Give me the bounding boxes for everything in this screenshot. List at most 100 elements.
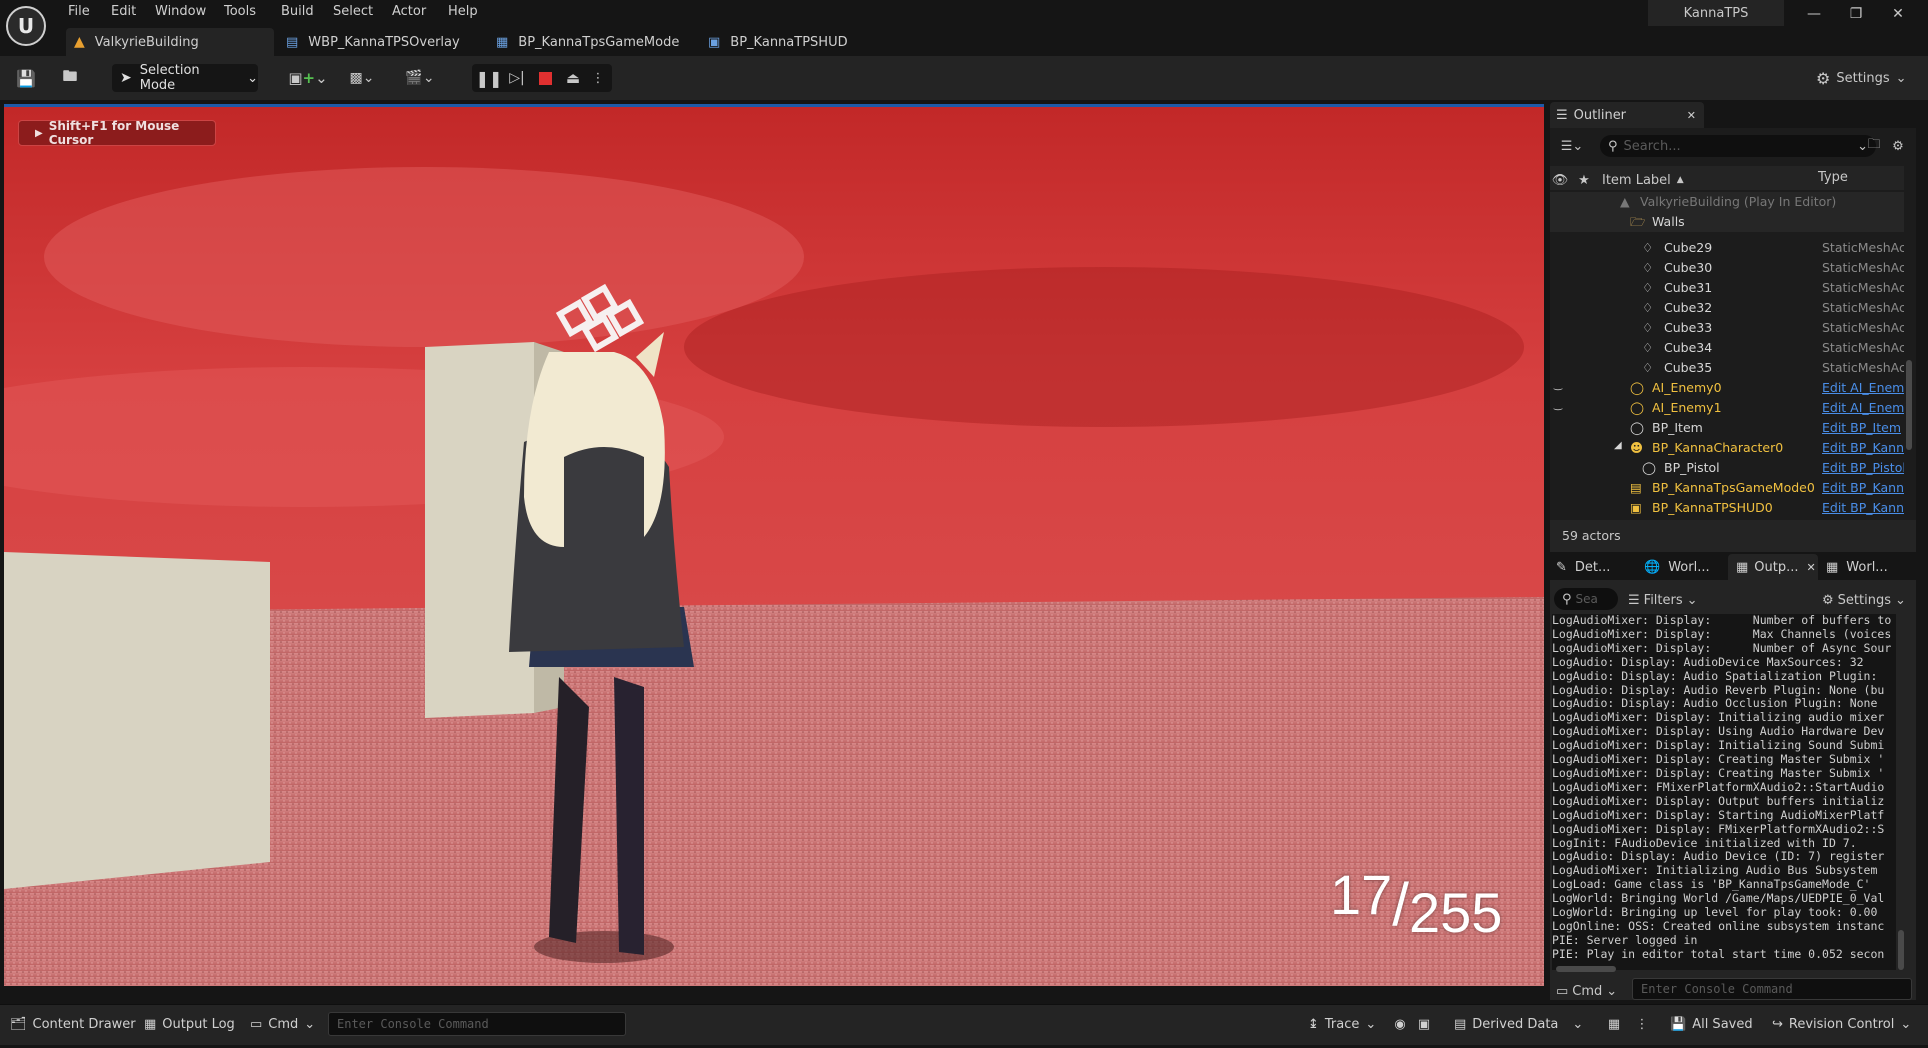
visibility-eye-icon[interactable]: ‿: [1554, 400, 1562, 411]
tab-valkyrie-building[interactable]: ▲ ValkyrieBuilding: [66, 28, 274, 56]
outliner-icon: ☰: [1556, 107, 1568, 123]
console-command-input[interactable]: Enter Console Command: [328, 1012, 626, 1036]
log-line: PIE: Server logged in: [1552, 932, 1698, 947]
output-log-search[interactable]: ⚲ Sea: [1554, 588, 1618, 610]
tree-row[interactable]: ‿ ◯ AI_Enemy0 Edit AI_Enemy: [1550, 378, 1904, 398]
cmd-dropdown[interactable]: ▭ Cmd ⌄: [250, 1014, 315, 1034]
project-name: KannaTPS: [1648, 0, 1784, 26]
tab-details[interactable]: ✎ Det...: [1552, 554, 1646, 580]
output-cmd-dropdown[interactable]: ▭ Cmd ⌄: [1556, 980, 1617, 1002]
close-icon[interactable]: ✕: [1880, 4, 1916, 24]
log-horizontal-scrollbar[interactable]: [1556, 966, 1616, 972]
output-log-button[interactable]: ▦ Output Log: [144, 1014, 235, 1034]
search-icon: ⚲: [1562, 591, 1572, 607]
derived-data-dropdown[interactable]: ▤ Derived Data ⌄: [1454, 1014, 1583, 1034]
cloud: [684, 267, 1524, 427]
log-line: LogAudioMixer: Display: FMixerPlatformXA…: [1552, 821, 1885, 836]
tree-row[interactable]: ▣ BP_KannaTPSHUD0 Edit BP_Kanna: [1550, 498, 1904, 518]
tab-label: BP_KannaTpsGameMode: [518, 34, 680, 50]
tree-row[interactable]: ◯ BP_Pistol Edit BP_Pistol: [1550, 458, 1904, 478]
menu-select[interactable]: Select: [333, 4, 373, 19]
tab-game-mode[interactable]: ▦ BP_KannaTpsGameMode: [496, 28, 696, 56]
blueprint-menu-icon[interactable]: ▩⌄: [342, 64, 382, 92]
new-folder-icon[interactable]: 🗀: [1864, 136, 1884, 156]
expand-arrow-icon[interactable]: ◢: [1614, 440, 1622, 451]
tree-root[interactable]: ▲ ValkyrieBuilding (Play In Editor): [1550, 192, 1904, 212]
source-control-status-icon[interactable]: ▦: [1604, 1014, 1624, 1034]
screenshot-icon[interactable]: ▣: [1414, 1014, 1434, 1034]
close-tab-icon[interactable]: ✕: [1807, 561, 1816, 574]
minimize-icon[interactable]: —: [1796, 4, 1832, 24]
filter-icon[interactable]: ☰⌄: [1558, 136, 1586, 156]
eject-icon[interactable]: ⏏: [562, 64, 584, 92]
tab-hud[interactable]: ▣ BP_KannaTPSHUD: [708, 28, 888, 56]
menu-help[interactable]: Help: [448, 4, 478, 19]
menu-build[interactable]: Build: [281, 4, 314, 19]
trace-dropdown[interactable]: ↨ Trace ⌄: [1308, 1014, 1376, 1034]
column-type[interactable]: Type: [1818, 170, 1848, 190]
log-line: PIE: Play in editor total start time 0.0…: [1552, 946, 1885, 961]
mouse-cursor-hint: ▶ Shift+F1 for Mouse Cursor: [18, 119, 216, 147]
menu-actor[interactable]: Actor: [392, 4, 426, 19]
outliner-search-input[interactable]: ⚲ Search... ⌄: [1600, 135, 1876, 157]
menu-window[interactable]: Window: [155, 4, 206, 19]
grid-icon: ▦: [1826, 559, 1839, 575]
log-line: LogAudioMixer: Display: Creating Master …: [1552, 765, 1885, 780]
output-console-input[interactable]: Enter Console Command: [1632, 978, 1912, 1000]
tab-world-settings[interactable]: 🌐 Worl...: [1644, 554, 1734, 580]
close-tab-icon[interactable]: ✕: [1687, 109, 1696, 122]
settings-button[interactable]: ⚙ Settings ⌄: [1816, 64, 1916, 92]
visibility-eye-icon[interactable]: ‿: [1554, 380, 1562, 391]
frame-advance-icon[interactable]: ▷|: [506, 64, 528, 92]
tree-row[interactable]: ♢ Cube32 StaticMeshAc: [1550, 298, 1904, 318]
selection-mode-dropdown[interactable]: ➤ Selection Mode ⌄: [112, 63, 258, 93]
tab-wbp-overlay[interactable]: ▤ WBP_KannaTPSOverlay: [286, 28, 486, 56]
browse-icon[interactable]: 🖿: [58, 64, 82, 92]
tree-row[interactable]: ◢ ☻ BP_KannaCharacter0 Edit BP_Kanna: [1550, 438, 1904, 458]
content-drawer-button[interactable]: 🗂 Content Drawer: [10, 1014, 136, 1034]
level-viewport[interactable]: [4, 104, 1544, 986]
output-log-text[interactable]: LogAudioMixer: Display: Number of buffer…: [1552, 614, 1896, 970]
outliner-scrollbar[interactable]: [1906, 360, 1912, 450]
tree-row[interactable]: ▤ BP_KannaTpsGameMode0 Edit BP_Kanna: [1550, 478, 1904, 498]
restore-icon[interactable]: ❐: [1838, 4, 1874, 24]
menu-file[interactable]: File: [68, 4, 90, 19]
tree-row[interactable]: ♢ Cube29 StaticMeshAc: [1550, 238, 1904, 258]
filters-dropdown[interactable]: ☰ Filters ⌄: [1628, 590, 1698, 610]
star-icon[interactable]: ★: [1576, 170, 1592, 190]
log-scrollbar[interactable]: [1898, 930, 1904, 970]
menu-tools[interactable]: Tools: [224, 4, 256, 19]
pause-icon[interactable]: ❚❚: [476, 64, 503, 92]
output-settings-button[interactable]: ⚙ Settings ⌄: [1822, 590, 1906, 610]
tab-world-partition[interactable]: ▦ Worl...: [1826, 554, 1916, 580]
tab-output-log[interactable]: ▦ Outp... ✕: [1728, 554, 1818, 580]
tree-row[interactable]: ♢ Cube31 StaticMeshAc: [1550, 278, 1904, 298]
tree-row[interactable]: ♢ Cube34 StaticMeshAc: [1550, 338, 1904, 358]
more-options-icon[interactable]: ⋮: [1634, 1014, 1650, 1034]
save-icon[interactable]: 💾: [14, 64, 38, 92]
tree-row[interactable]: ♢ Cube30 StaticMeshAc: [1550, 258, 1904, 278]
filter-icon: ☰: [1628, 592, 1640, 608]
tab-outliner[interactable]: ☰ Outliner ✕: [1550, 102, 1704, 128]
gear-icon[interactable]: ⚙: [1888, 136, 1908, 156]
revision-control-dropdown[interactable]: ↪ Revision Control ⌄: [1772, 1014, 1911, 1034]
tree-row[interactable]: ‿ ◯ AI_Enemy1 Edit AI_Enemy: [1550, 398, 1904, 418]
visibility-eye-icon[interactable]: 👁: [1552, 170, 1569, 190]
actor-icon: ◯: [1642, 460, 1656, 475]
chevron-down-icon: ⌄: [1686, 592, 1698, 608]
globe-icon: 🌐: [1644, 559, 1661, 575]
stop-icon[interactable]: [534, 64, 556, 92]
tree-folder-walls[interactable]: 🗁 Walls: [1550, 212, 1904, 232]
log-line: LogAudio: Display: AudioDevice MaxSource…: [1552, 654, 1864, 669]
tree-row[interactable]: ◯ BP_Item Edit BP_Item: [1550, 418, 1904, 438]
tree-row[interactable]: ♢ Cube33 StaticMeshAc: [1550, 318, 1904, 338]
menu-edit[interactable]: Edit: [111, 4, 136, 19]
add-actor-icon[interactable]: ▣ + ⌄: [288, 64, 328, 92]
all-saved-button[interactable]: 💾 All Saved: [1670, 1014, 1753, 1034]
record-icon[interactable]: ◉: [1390, 1014, 1410, 1034]
more-options-icon[interactable]: ⋮: [590, 64, 606, 92]
column-item-label[interactable]: Item Label ▲: [1602, 170, 1684, 190]
tree-row[interactable]: ♢ Cube35 StaticMeshAc: [1550, 358, 1904, 378]
log-line: LogAudioMixer: Display: Max Channels (vo…: [1552, 626, 1892, 641]
cinematics-icon[interactable]: 🎬⌄: [400, 64, 440, 92]
